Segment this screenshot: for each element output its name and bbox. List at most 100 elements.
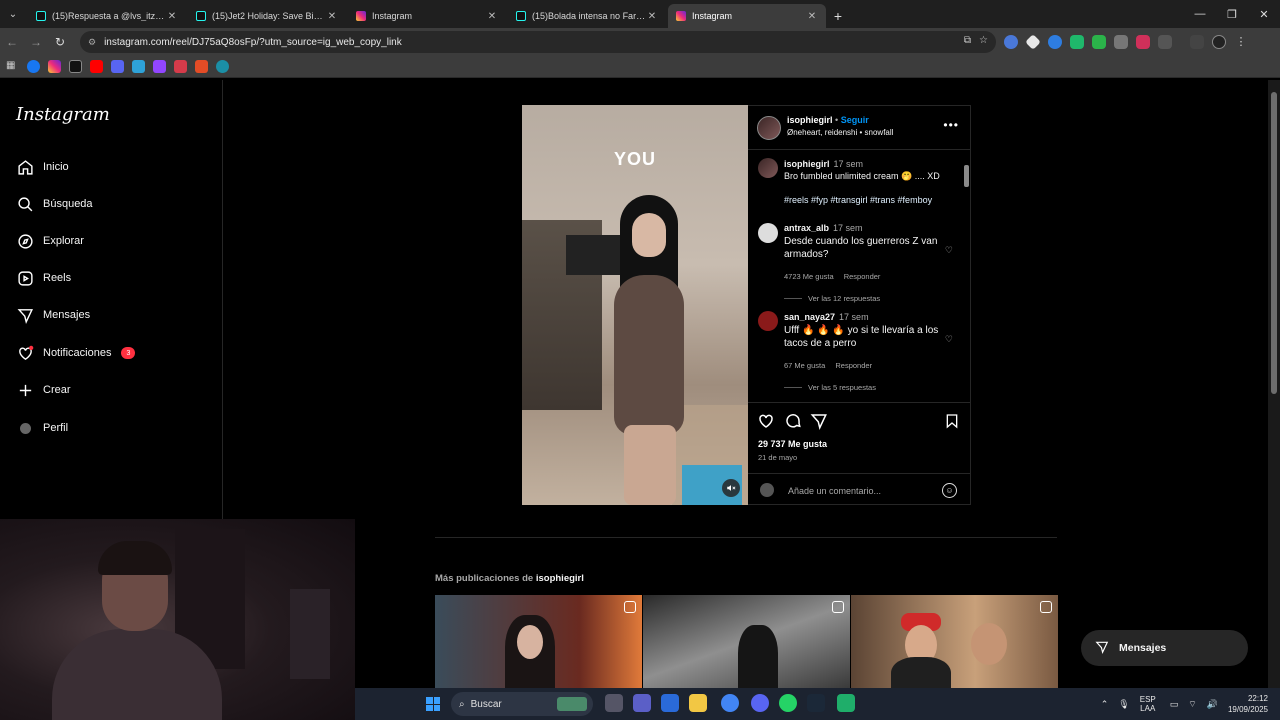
extension-icon[interactable] xyxy=(1048,35,1062,49)
file-explorer-icon[interactable] xyxy=(689,694,707,712)
more-posts-username[interactable]: isophiegirl xyxy=(536,573,584,584)
floating-messages-button[interactable]: Mensajes xyxy=(1081,630,1248,666)
author-avatar[interactable] xyxy=(757,116,781,140)
more-options-icon[interactable]: ••• xyxy=(943,118,959,132)
close-icon[interactable]: ✕ xyxy=(326,11,338,22)
instagram-icon[interactable] xyxy=(48,60,61,73)
teams-icon[interactable] xyxy=(633,694,651,712)
author-username[interactable]: isophiegirl xyxy=(787,115,833,125)
network-icon[interactable]: ⌔ xyxy=(1188,699,1196,710)
tab-3[interactable]: (15)Bolada intensa no Farol da I ✕ xyxy=(508,4,666,28)
like-count[interactable]: 29 737 Me gusta xyxy=(758,439,827,449)
language-indicator[interactable]: ESP LAA xyxy=(1140,695,1156,713)
sidebar-item-search[interactable]: Búsqueda xyxy=(16,192,93,216)
bookmark-icon[interactable] xyxy=(195,60,208,73)
close-icon[interactable]: ✕ xyxy=(166,11,178,22)
comments-scrollbar[interactable] xyxy=(963,153,969,399)
site-info-icon[interactable]: ⚙ xyxy=(88,37,96,48)
menu-icon[interactable]: ⋮ xyxy=(1234,35,1248,49)
apps-grid-icon[interactable]: ▦ xyxy=(6,60,19,73)
forward-icon[interactable]: → xyxy=(24,30,48,54)
reload-icon[interactable]: ↻ xyxy=(48,30,72,54)
like-icon[interactable] xyxy=(757,412,775,430)
clock[interactable]: 22:12 19/09/2025 xyxy=(1228,693,1268,715)
extension-icon[interactable] xyxy=(1004,35,1018,49)
sidebar-item-explore[interactable]: Explorar xyxy=(16,229,84,253)
sidebar-item-create[interactable]: Crear xyxy=(16,378,71,402)
audio-info[interactable]: Øneheart, reidenshi • snowfall xyxy=(787,128,893,137)
reply-button[interactable]: Responder xyxy=(835,361,872,370)
post-thumbnail[interactable] xyxy=(435,595,642,688)
close-icon[interactable]: ✕ xyxy=(646,11,658,22)
chrome-icon[interactable] xyxy=(721,694,739,712)
post-thumbnail[interactable] xyxy=(851,595,1058,688)
restore-icon[interactable]: ❐ xyxy=(1216,0,1248,28)
view-replies[interactable]: Ver las 12 respuestas xyxy=(784,294,880,303)
install-app-icon[interactable]: ⧉ xyxy=(964,35,971,46)
comment-username[interactable]: isophiegirl xyxy=(784,159,830,169)
sidebar-item-messages[interactable]: Mensajes xyxy=(16,303,90,327)
close-window-icon[interactable]: ✕ xyxy=(1248,0,1280,28)
comment-avatar[interactable] xyxy=(758,223,778,243)
reply-button[interactable]: Responder xyxy=(844,272,881,281)
instagram-logo[interactable]: Instagram xyxy=(16,104,110,125)
caption-avatar[interactable] xyxy=(758,158,778,178)
comment-likes[interactable]: 4723 Me gusta xyxy=(784,272,834,281)
post-thumbnail[interactable] xyxy=(643,595,850,688)
new-tab-button[interactable]: + xyxy=(826,4,850,28)
taskbar-search[interactable]: ⌕ Buscar xyxy=(451,692,593,716)
twitch-icon[interactable] xyxy=(153,60,166,73)
comment-avatar[interactable] xyxy=(758,311,778,331)
sidebar-item-home[interactable]: Inicio xyxy=(16,155,69,179)
steam-icon[interactable] xyxy=(807,694,825,712)
windows-start-icon[interactable] xyxy=(426,697,440,711)
sidebar-item-profile[interactable]: Perfil xyxy=(16,416,68,440)
comment-like-icon[interactable]: ♡ xyxy=(945,245,953,256)
download-extension-icon[interactable] xyxy=(1070,35,1084,49)
youtube-icon[interactable] xyxy=(90,60,103,73)
discord-icon[interactable] xyxy=(751,694,769,712)
tab-search-icon[interactable]: ⌄ xyxy=(0,0,26,28)
tab-1[interactable]: (15)Jet2 Holiday: Save Big on Fa ✕ xyxy=(188,4,346,28)
comment-input[interactable]: Añade un comentario... xyxy=(788,486,942,496)
shield-extension-icon[interactable] xyxy=(1092,35,1106,49)
facebook-icon[interactable] xyxy=(27,60,40,73)
comment-like-icon[interactable]: ♡ xyxy=(945,334,953,345)
emoji-icon[interactable]: ☺ xyxy=(942,483,957,498)
tab-2[interactable]: Instagram ✕ xyxy=(348,4,506,28)
extension-icon[interactable] xyxy=(1025,34,1041,50)
profile-icon[interactable] xyxy=(1212,35,1226,49)
task-view-icon[interactable] xyxy=(605,694,623,712)
mute-button[interactable] xyxy=(722,479,740,497)
extension-icon[interactable] xyxy=(1136,35,1150,49)
share-icon[interactable] xyxy=(810,412,828,430)
comment-likes[interactable]: 67 Me gusta xyxy=(784,361,825,370)
bookmark-icon[interactable] xyxy=(216,60,229,73)
bookmark-icon[interactable] xyxy=(132,60,145,73)
close-icon[interactable]: ✕ xyxy=(486,11,498,22)
back-icon[interactable]: ← xyxy=(0,30,24,54)
discord-icon[interactable] xyxy=(111,60,124,73)
display-icon[interactable]: ▭ xyxy=(1170,699,1179,710)
close-icon[interactable]: ✕ xyxy=(806,11,818,22)
reel-video[interactable]: YOU xyxy=(522,105,748,505)
tab-0[interactable]: (15)Respuesta a @lvs_itzeel Me ✕ xyxy=(28,4,186,28)
store-icon[interactable] xyxy=(661,694,679,712)
bookmark-star-icon[interactable]: ☆ xyxy=(979,35,988,46)
microphone-icon[interactable]: 🎙 xyxy=(1118,699,1129,710)
tray-chevron-icon[interactable]: ⌃ xyxy=(1101,699,1109,710)
media-control-icon[interactable] xyxy=(1190,35,1204,49)
view-replies[interactable]: Ver las 5 respuestas xyxy=(784,383,876,392)
whatsapp-icon[interactable] xyxy=(779,694,797,712)
caption-hashtags[interactable]: #reels #fyp #transgirl #trans #femboy xyxy=(784,194,949,206)
sidebar-item-reels[interactable]: Reels xyxy=(16,266,71,290)
follow-button[interactable]: Seguir xyxy=(841,115,869,125)
minimize-icon[interactable]: — xyxy=(1184,0,1216,28)
app-icon[interactable] xyxy=(837,694,855,712)
puzzle-icon[interactable] xyxy=(1158,35,1172,49)
sidebar-item-notifications[interactable]: Notificaciones 3 xyxy=(16,341,136,365)
comment-icon[interactable] xyxy=(784,412,802,430)
page-scrollbar[interactable] xyxy=(1268,80,1280,688)
address-bar[interactable]: ⚙ instagram.com/reel/DJ75aQ8osFp/?utm_so… xyxy=(80,31,996,53)
comment-username[interactable]: antrax_alb xyxy=(784,223,829,233)
